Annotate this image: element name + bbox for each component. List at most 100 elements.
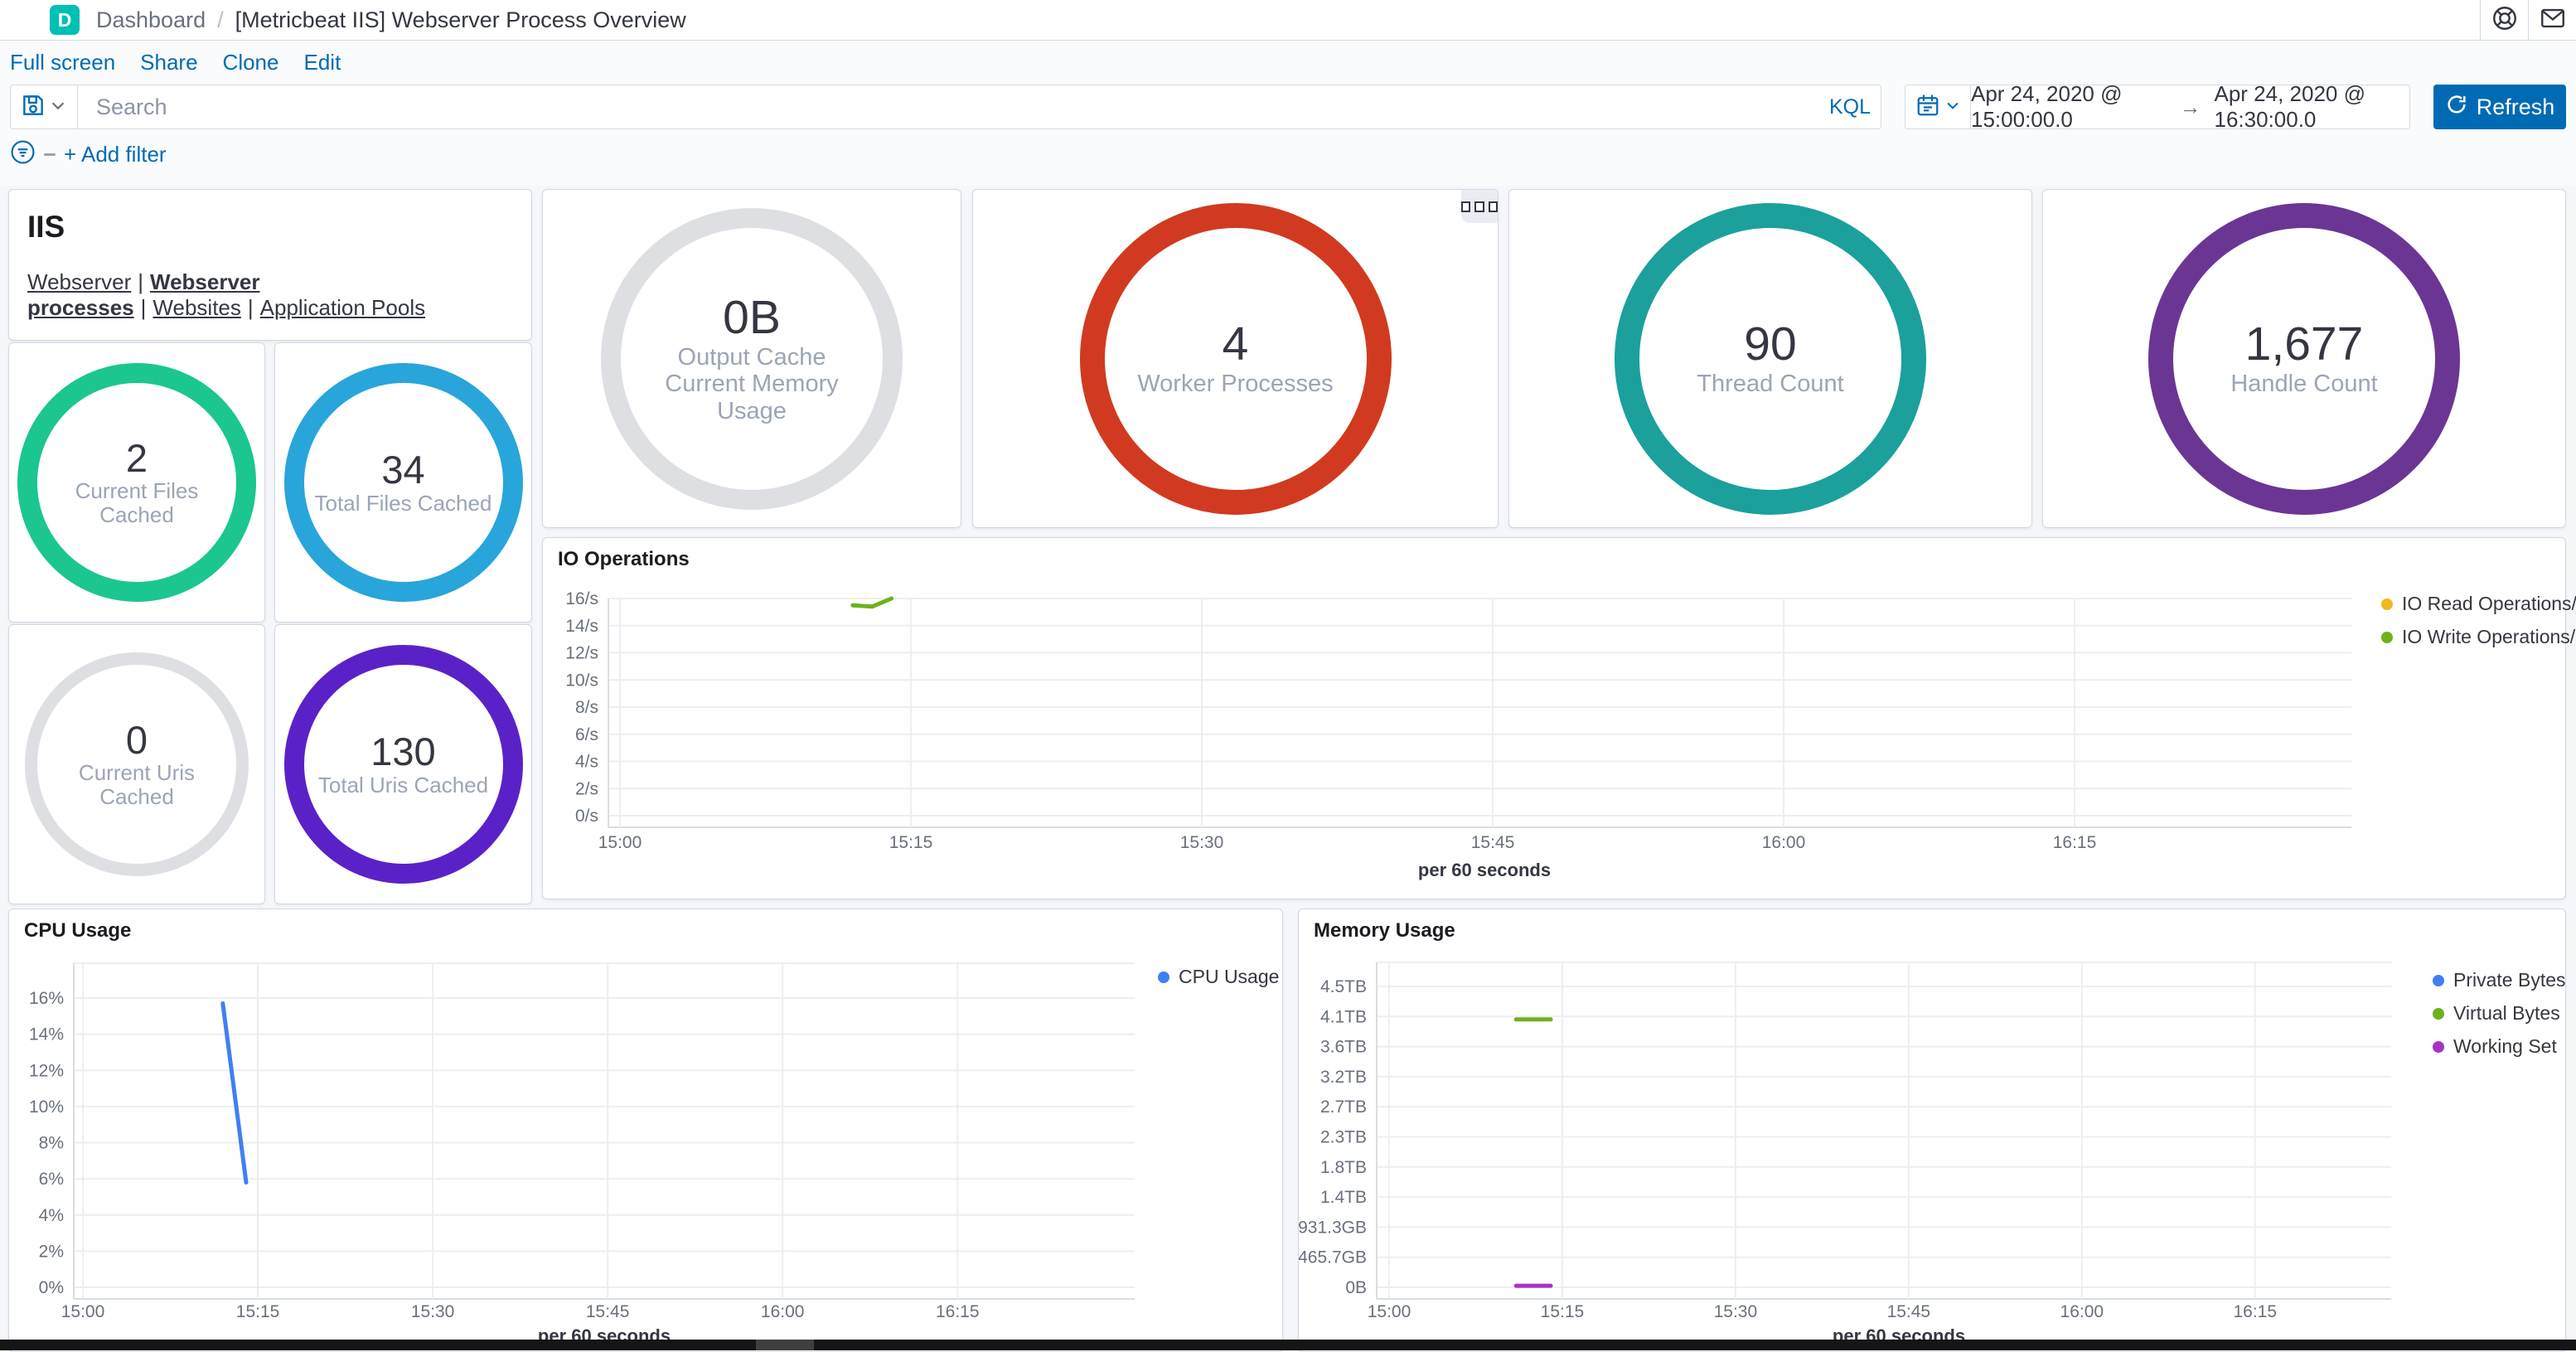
gauge-ring: 1,677 Handle Count (2148, 203, 2460, 515)
svg-text:3.6TB: 3.6TB (1320, 1038, 1367, 1057)
legend-item[interactable]: IO Read Operations/s (2381, 593, 2576, 615)
total-files-cached-panel: 34 Total Files Cached (274, 342, 532, 623)
legend-item[interactable]: IO Write Operations/s (2381, 626, 2576, 648)
svg-text:10/s: 10/s (565, 671, 598, 690)
gauge-value: 4 (1137, 319, 1333, 371)
gauge-label: Handle Count (2230, 371, 2377, 397)
memory-usage-chart[interactable]: 0B465.7GB931.3GB1.4TB1.8TB2.3TB2.7TB3.2T… (1299, 909, 2565, 1351)
svg-text:per 60 seconds: per 60 seconds (1418, 860, 1551, 880)
gauge-label: Worker Processes (1137, 371, 1333, 397)
legend-label: CPU Usage (1179, 966, 1279, 988)
chevron-down-icon (1944, 97, 1961, 118)
iis-links: Webserver|Webserver processes|Websites|A… (27, 269, 513, 321)
svg-text:15:45: 15:45 (1887, 1302, 1931, 1321)
panel-options-button[interactable] (1461, 190, 1498, 223)
legend-item[interactable]: Working Set (2433, 1035, 2566, 1058)
saved-query-button[interactable] (11, 85, 78, 128)
nav-share[interactable]: Share (140, 50, 197, 75)
gauge-value: 2 (48, 438, 226, 480)
refresh-button[interactable]: Refresh (2433, 85, 2566, 129)
panel-options-icon (1461, 201, 1470, 212)
svg-text:16:15: 16:15 (2233, 1302, 2277, 1321)
horizontal-scrollbar[interactable] (0, 1340, 2576, 1350)
svg-text:15:00: 15:00 (61, 1302, 105, 1321)
panel-options-icon (1474, 201, 1484, 212)
iis-link-application-pools[interactable]: Application Pools (260, 295, 425, 320)
svg-text:15:30: 15:30 (1714, 1302, 1758, 1321)
svg-text:16:15: 16:15 (2053, 833, 2097, 852)
date-quick-select-button[interactable] (1905, 85, 1971, 128)
nav-clone[interactable]: Clone (223, 50, 279, 75)
date-to[interactable]: Apr 24, 2020 @ 16:30:00.0 (2215, 81, 2410, 133)
svg-text:1.4TB: 1.4TB (1320, 1188, 1367, 1207)
gauge-value: 90 (1697, 319, 1843, 371)
dashboard-app-logo[interactable]: D (50, 5, 80, 35)
add-filter-link[interactable]: + Add filter (64, 142, 167, 167)
search-input[interactable] (78, 85, 1819, 128)
svg-text:16:00: 16:00 (1762, 833, 1806, 852)
svg-text:15:45: 15:45 (1471, 833, 1515, 852)
svg-text:10%: 10% (29, 1098, 64, 1117)
date-from[interactable]: Apr 24, 2020 @ 15:00:00.0 (1971, 81, 2167, 133)
svg-text:0B: 0B (1345, 1278, 1367, 1297)
legend-item[interactable]: CPU Usage (1158, 966, 1279, 988)
current-files-cached-panel: 2 Current Files Cached (8, 342, 265, 623)
legend-item[interactable]: Private Bytes (2433, 969, 2566, 991)
svg-text:15:00: 15:00 (1368, 1302, 1411, 1321)
legend-item[interactable]: Virtual Bytes (2433, 1002, 2566, 1025)
gauge-ring: 0 Current Uris Cached (25, 652, 249, 876)
kql-language-button[interactable]: KQL (1819, 85, 1881, 128)
svg-text:15:15: 15:15 (1541, 1302, 1585, 1321)
panel-title: IO Operations (558, 548, 690, 571)
legend-dot-icon (2433, 1008, 2444, 1020)
panel-title: Memory Usage (1314, 919, 1455, 943)
iis-link-websites[interactable]: Websites (153, 295, 240, 320)
svg-text:4.1TB: 4.1TB (1320, 1007, 1367, 1026)
save-icon (21, 93, 46, 122)
link-separator: | (248, 295, 254, 320)
chart-legend: CPU Usage (1158, 966, 1279, 999)
io-operations-panel: IO Operations 0/s2/s4/s6/s8/s10/s12/s14/… (542, 537, 2566, 899)
iis-link-webserver[interactable]: Webserver (27, 269, 131, 294)
current-uris-cached-panel: 0 Current Uris Cached (8, 624, 265, 904)
breadcrumb: Dashboard / [Metricbeat IIS] Webserver P… (96, 0, 686, 40)
scrollbar-thumb[interactable] (756, 1340, 814, 1350)
chevron-down-icon (49, 96, 67, 119)
svg-text:8%: 8% (39, 1134, 64, 1153)
svg-text:14/s: 14/s (565, 617, 598, 636)
nav-full-screen[interactable]: Full screen (10, 50, 115, 75)
gauge-value: 0B (642, 293, 862, 344)
filter-dash (44, 153, 56, 156)
legend-dot-icon (1158, 972, 1169, 983)
gauge-label: Current Uris Cached (48, 761, 226, 809)
svg-text:12/s: 12/s (565, 644, 598, 663)
legend-label: Private Bytes (2453, 969, 2566, 991)
breadcrumb-dashboard-link[interactable]: Dashboard (96, 7, 206, 33)
iis-panel-title: IIS (27, 210, 513, 245)
worker-processes-panel: 4 Worker Processes (972, 189, 1499, 528)
nav-edit[interactable]: Edit (303, 50, 341, 75)
cpu-usage-chart[interactable]: 0%2%4%6%8%10%12%14%16%15:0015:1515:3015:… (9, 909, 1282, 1351)
refresh-label: Refresh (2477, 94, 2555, 120)
query-bar: KQL (10, 85, 1881, 129)
svg-text:16%: 16% (29, 989, 64, 1008)
newsfeed-button[interactable] (2528, 0, 2576, 40)
filter-icon[interactable] (10, 139, 36, 169)
svg-text:14%: 14% (29, 1025, 64, 1044)
handle-count-panel: 1,677 Handle Count (2042, 189, 2566, 528)
logo-letter: D (58, 9, 72, 31)
header-bar: D Dashboard / [Metricbeat IIS] Webserver… (0, 0, 2576, 41)
gauge-ring: 130 Total Uris Cached (284, 645, 523, 884)
legend-label: IO Read Operations/s (2402, 593, 2576, 615)
svg-text:15:30: 15:30 (411, 1302, 455, 1321)
gauge-ring: 90 Thread Count (1615, 203, 1926, 515)
dashboard-nav-menu: Full screen Share Clone Edit (10, 50, 341, 75)
panel-title: CPU Usage (24, 919, 131, 943)
gauge-value: 1,677 (2230, 319, 2377, 371)
io-operations-chart[interactable]: 0/s2/s4/s6/s8/s10/s12/s14/s16/s15:0015:1… (543, 538, 2565, 899)
help-button[interactable] (2480, 0, 2528, 40)
date-range[interactable]: Apr 24, 2020 @ 15:00:00.0 → Apr 24, 2020… (1971, 85, 2409, 128)
gauge-label: Total Files Cached (315, 492, 492, 516)
legend-dot-icon (2433, 975, 2444, 986)
date-picker: Apr 24, 2020 @ 15:00:00.0 → Apr 24, 2020… (1905, 85, 2410, 129)
